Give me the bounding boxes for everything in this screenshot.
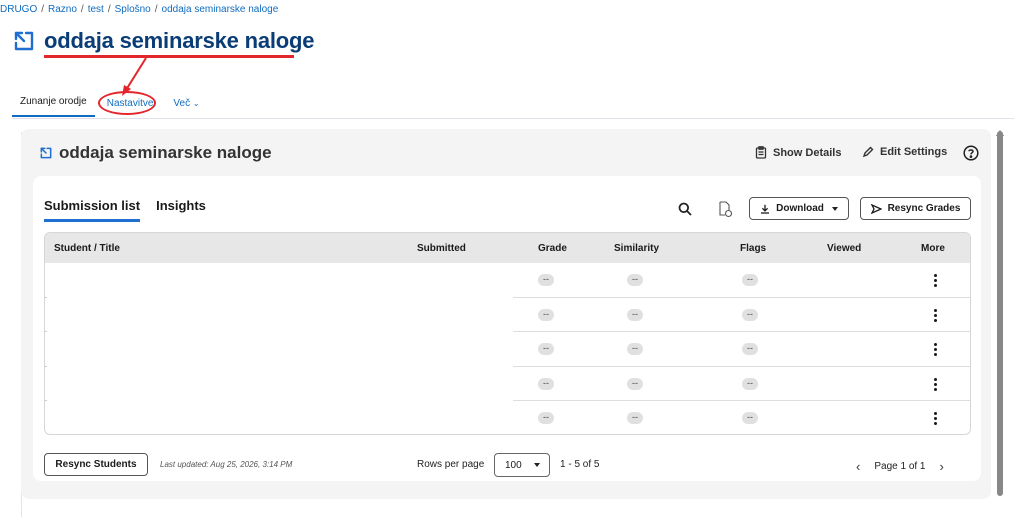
- table-row[interactable]: -- -- --: [45, 401, 970, 434]
- external-tool-icon: [40, 147, 52, 159]
- table-row[interactable]: -- -- --: [45, 263, 970, 298]
- similarity-pill: --: [627, 377, 643, 390]
- breadcrumb-item-test[interactable]: test: [88, 4, 104, 15]
- table-row[interactable]: -- -- --: [45, 332, 970, 367]
- tab-insights[interactable]: Insights: [156, 198, 206, 222]
- flags-pill: --: [742, 377, 758, 390]
- more-options-icon[interactable]: [933, 343, 937, 358]
- tab-zunanje-orodje[interactable]: Zunanje orodje: [12, 96, 95, 117]
- more-options-icon[interactable]: [933, 412, 937, 427]
- chevron-down-icon: ⌄: [192, 99, 200, 108]
- rows-per-page-value: 100: [505, 459, 522, 471]
- similarity-pill: --: [627, 412, 643, 424]
- pagination-range: 1 - 5 of 5: [560, 459, 600, 470]
- grade-pill: --: [538, 343, 554, 355]
- breadcrumb-item-splosno[interactable]: Splošno: [115, 4, 151, 15]
- breadcrumb-separator: /: [41, 4, 45, 15]
- edit-settings-label: Edit Settings: [880, 146, 948, 158]
- download-label: Download: [776, 203, 824, 214]
- grade-pill: --: [538, 308, 554, 321]
- help-icon[interactable]: [963, 145, 979, 161]
- panel-title: oddaja seminarske naloge: [59, 143, 272, 162]
- breadcrumb-separator: /: [107, 4, 111, 15]
- resync-grades-label: Resync Grades: [887, 203, 961, 214]
- more-options-icon[interactable]: [933, 274, 937, 289]
- submissions-table: Student / Title Submitted Grade Similari…: [44, 232, 971, 435]
- flags-pill: --: [742, 308, 758, 321]
- pagination: ‹ Page 1 of 1 ›: [856, 459, 944, 474]
- table-row[interactable]: -- -- --: [45, 367, 970, 401]
- table-header: Student / Title Submitted Grade Similari…: [45, 233, 970, 263]
- flags-pill: --: [742, 274, 758, 286]
- grade-pill: --: [538, 274, 554, 286]
- column-more: More: [921, 243, 945, 254]
- column-similarity[interactable]: Similarity: [614, 243, 659, 254]
- column-viewed[interactable]: Viewed: [827, 243, 861, 254]
- similarity-pill: --: [627, 343, 643, 355]
- column-submitted[interactable]: Submitted: [417, 243, 466, 254]
- vertical-scrollbar[interactable]: [997, 131, 1003, 496]
- breadcrumb-item-drugo[interactable]: DRUGO: [0, 4, 37, 15]
- flags-pill: --: [742, 343, 758, 355]
- tab-vec-label: Več: [173, 98, 191, 109]
- last-updated-text: Last updated: Aug 25, 2026, 3:14 PM: [160, 460, 293, 469]
- breadcrumb-separator: /: [80, 4, 84, 15]
- pencil-icon: [862, 146, 874, 158]
- caret-down-icon: [831, 206, 838, 211]
- send-icon: [870, 203, 882, 214]
- download-button[interactable]: Download: [749, 197, 849, 220]
- breadcrumb-item-current[interactable]: oddaja seminarske naloge: [162, 4, 279, 15]
- page-title: oddaja seminarske naloge: [44, 28, 315, 53]
- table-row[interactable]: -- -- --: [45, 298, 970, 332]
- rows-per-page-select[interactable]: 100: [494, 453, 550, 477]
- next-page-icon[interactable]: ›: [940, 459, 944, 474]
- column-grade[interactable]: Grade: [538, 243, 567, 254]
- tab-submission-list[interactable]: Submission list: [44, 198, 141, 222]
- tabs-divider: [12, 118, 1014, 119]
- clipboard-icon: [755, 146, 767, 159]
- column-flags[interactable]: Flags: [740, 243, 766, 254]
- annotation-circle: [98, 91, 156, 115]
- flags-pill: --: [742, 412, 758, 424]
- grade-pill: --: [538, 412, 554, 424]
- inbox-tabs: Submission list Insights: [44, 198, 222, 222]
- breadcrumb-item-razno[interactable]: Razno: [48, 4, 77, 15]
- grade-pill: --: [538, 377, 554, 390]
- breadcrumb-separator: /: [154, 4, 158, 15]
- annotation-underline: [44, 55, 294, 58]
- tab-vec[interactable]: Več ⌄: [165, 98, 207, 117]
- show-details-label: Show Details: [773, 146, 842, 159]
- resync-students-label: Resync Students: [55, 459, 137, 470]
- panel-header: oddaja seminarske naloge: [39, 143, 272, 163]
- page-header: oddaja seminarske naloge: [12, 28, 315, 54]
- rows-per-page-label: Rows per page: [417, 459, 485, 470]
- page-indicator: Page 1 of 1: [874, 461, 926, 472]
- more-options-icon[interactable]: [933, 377, 937, 393]
- download-icon: [761, 204, 770, 214]
- tool-panel: oddaja seminarske naloge Show Details Ed…: [21, 129, 991, 499]
- show-details-button[interactable]: Show Details: [755, 146, 841, 159]
- document-settings-icon[interactable]: [716, 200, 734, 218]
- more-options-icon[interactable]: [933, 308, 937, 324]
- resync-grades-button[interactable]: Resync Grades: [860, 197, 971, 220]
- caret-down-icon: [534, 463, 540, 467]
- external-tool-icon: [14, 31, 34, 51]
- submission-inbox-card: Submission list Insights Download Resync…: [33, 176, 981, 481]
- edit-settings-button[interactable]: Edit Settings: [862, 146, 947, 158]
- search-icon[interactable]: [678, 202, 692, 216]
- similarity-pill: --: [627, 308, 643, 321]
- resync-students-button[interactable]: Resync Students: [44, 453, 148, 476]
- table-footer: Resync Students Last updated: Aug 25, 20…: [44, 453, 971, 477]
- similarity-pill: --: [627, 274, 643, 286]
- breadcrumb: DRUGO / Razno / test / Splošno / oddaja seminars…: [0, 4, 278, 15]
- column-student-title[interactable]: Student / Title: [54, 243, 120, 254]
- previous-page-icon[interactable]: ‹: [856, 459, 860, 474]
